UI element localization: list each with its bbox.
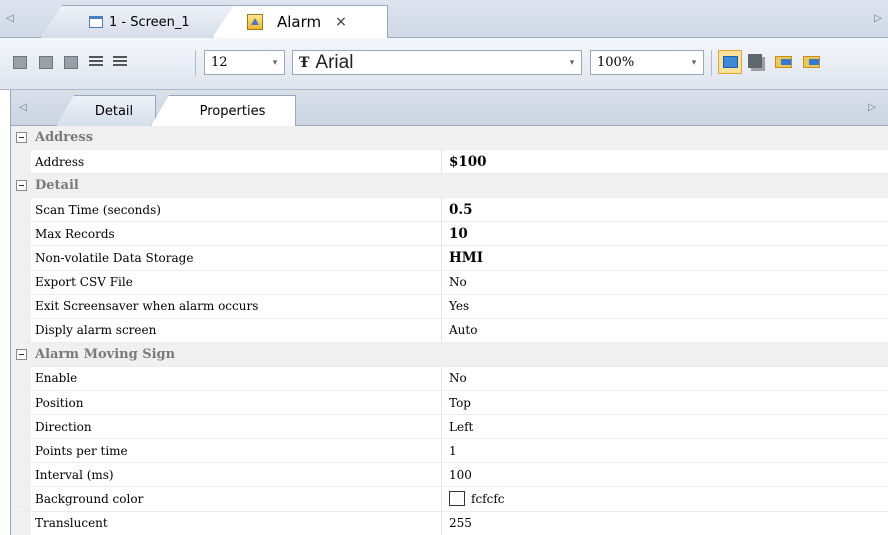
category-label: Address (35, 130, 94, 146)
align-icon[interactable] (88, 54, 104, 70)
property-row[interactable]: Exit Screensaver when alarm occurs Yes (11, 294, 888, 319)
property-row[interactable]: Non-volatile Data Storage HMI (11, 246, 888, 271)
property-row[interactable]: Scan Time (seconds) 0.5 (11, 198, 888, 223)
property-row[interactable]: Background color fcfcfc (11, 487, 888, 512)
color-value: fcfcfc (471, 491, 505, 506)
property-name: Export CSV File (35, 275, 133, 290)
property-value[interactable]: $100 (449, 154, 487, 170)
property-name: Points per time (35, 443, 128, 458)
property-value[interactable]: HMI (449, 250, 483, 266)
import-button[interactable] (772, 50, 796, 74)
property-row[interactable]: Disply alarm screen Auto (11, 318, 888, 343)
paste-icon[interactable] (38, 54, 54, 70)
property-row[interactable]: Interval (ms) 100 (11, 463, 888, 488)
property-value[interactable]: 0.5 (449, 202, 473, 218)
scroll-right-icon[interactable]: ▷ (864, 90, 880, 125)
zoom-select[interactable]: 100% ▾ (590, 50, 704, 75)
property-value[interactable]: Left (449, 420, 473, 434)
send-to-back-button[interactable] (744, 50, 768, 74)
chevron-down-icon: ▾ (272, 57, 278, 68)
property-value[interactable]: 100 (449, 468, 472, 482)
export-button[interactable] (800, 50, 824, 74)
property-row[interactable]: Translucent 255 (11, 511, 888, 535)
collapse-icon[interactable] (16, 132, 27, 143)
toolbar: 12 ▾ Ŧ Arial ▾ 100% ▾ (0, 38, 888, 90)
zoom-value: 100% (597, 55, 635, 70)
property-name: Background color (35, 491, 144, 506)
property-row[interactable]: Enable No (11, 366, 888, 392)
property-value[interactable]: Auto (449, 323, 477, 337)
property-name: Position (35, 395, 84, 410)
font-icon: Ŧ (299, 54, 310, 71)
tab-alarm-label: Alarm (277, 13, 322, 31)
bring-to-front-button[interactable] (718, 50, 742, 74)
property-row[interactable]: Max Records 10 (11, 222, 888, 247)
close-icon[interactable]: × (335, 14, 347, 30)
layer-front-icon (723, 56, 738, 68)
property-row[interactable]: Position Top (11, 391, 888, 416)
screen-icon (89, 16, 103, 28)
layer-back-icon (748, 54, 762, 68)
arrow-icon (781, 59, 791, 65)
property-name: Interval (ms) (35, 467, 114, 482)
category-detail[interactable]: Detail (11, 174, 888, 199)
font-family-select[interactable]: Ŧ Arial ▾ (292, 50, 582, 75)
font-family-value: Arial (315, 51, 354, 73)
font-size-select[interactable]: 12 ▾ (204, 50, 285, 75)
category-alarm-moving-sign[interactable]: Alarm Moving Sign (11, 342, 888, 367)
property-name: Enable (35, 371, 78, 386)
color-swatch[interactable] (449, 491, 465, 507)
font-size-value: 12 (211, 55, 228, 70)
property-name: Disply alarm screen (35, 323, 157, 338)
property-value[interactable]: No (449, 275, 467, 289)
tab-properties[interactable]: Properties (151, 95, 296, 126)
tab-screen-1[interactable]: 1 - Screen_1 (40, 5, 240, 38)
collapse-icon[interactable] (16, 180, 27, 192)
tab-properties-label: Properties (199, 103, 266, 119)
scroll-left-icon[interactable]: ◁ (2, 0, 18, 37)
chevron-down-icon: ▾ (569, 57, 575, 68)
property-value[interactable]: 1 (449, 444, 457, 458)
property-name: Address (35, 154, 85, 169)
property-name: Non-volatile Data Storage (35, 251, 194, 266)
tab-screen-1-label: 1 - Screen_1 (109, 14, 190, 30)
document-tab-bar: ◁ 1 - Screen_1 Alarm × ▷ (0, 0, 888, 38)
category-label: Alarm Moving Sign (35, 346, 176, 362)
property-grid: Address Address $100 Detail Scan Time (s… (10, 126, 888, 535)
property-name: Exit Screensaver when alarm occurs (35, 299, 259, 314)
property-value[interactable]: 255 (449, 516, 472, 530)
distribute-icon[interactable] (112, 54, 128, 70)
copy-icon[interactable] (12, 54, 28, 70)
arrow-icon (809, 59, 819, 65)
category-address[interactable]: Address (11, 126, 888, 151)
property-value[interactable]: fcfcfc (449, 491, 505, 507)
alarm-icon (247, 14, 263, 30)
chevron-down-icon: ▾ (691, 57, 697, 68)
scroll-right-icon[interactable]: ▷ (870, 0, 886, 37)
panel-tab-bar: ◁ Detail Properties ▷ (10, 90, 888, 126)
property-row[interactable]: Address $100 (11, 150, 888, 175)
property-row[interactable]: Points per time 1 (11, 439, 888, 464)
property-name: Direction (35, 419, 92, 434)
toolbar-separator (711, 50, 712, 76)
property-name: Translucent (35, 516, 108, 531)
tab-detail[interactable]: Detail (56, 95, 156, 126)
property-name: Max Records (35, 226, 115, 241)
property-name: Scan Time (seconds) (35, 202, 161, 217)
property-value[interactable]: Yes (449, 299, 469, 313)
property-row[interactable]: Direction Left (11, 415, 888, 440)
toolbar-separator (195, 50, 196, 76)
property-value[interactable]: 10 (449, 226, 468, 242)
collapse-icon[interactable] (16, 348, 27, 360)
scroll-left-icon[interactable]: ◁ (15, 90, 31, 125)
category-label: Detail (35, 178, 79, 194)
property-row[interactable]: Export CSV File No (11, 270, 888, 295)
property-value[interactable]: No (449, 371, 467, 385)
delete-icon[interactable] (63, 54, 79, 70)
property-value[interactable]: Top (449, 396, 471, 410)
tab-detail-label: Detail (94, 103, 134, 119)
tab-alarm[interactable]: Alarm × (212, 5, 388, 38)
